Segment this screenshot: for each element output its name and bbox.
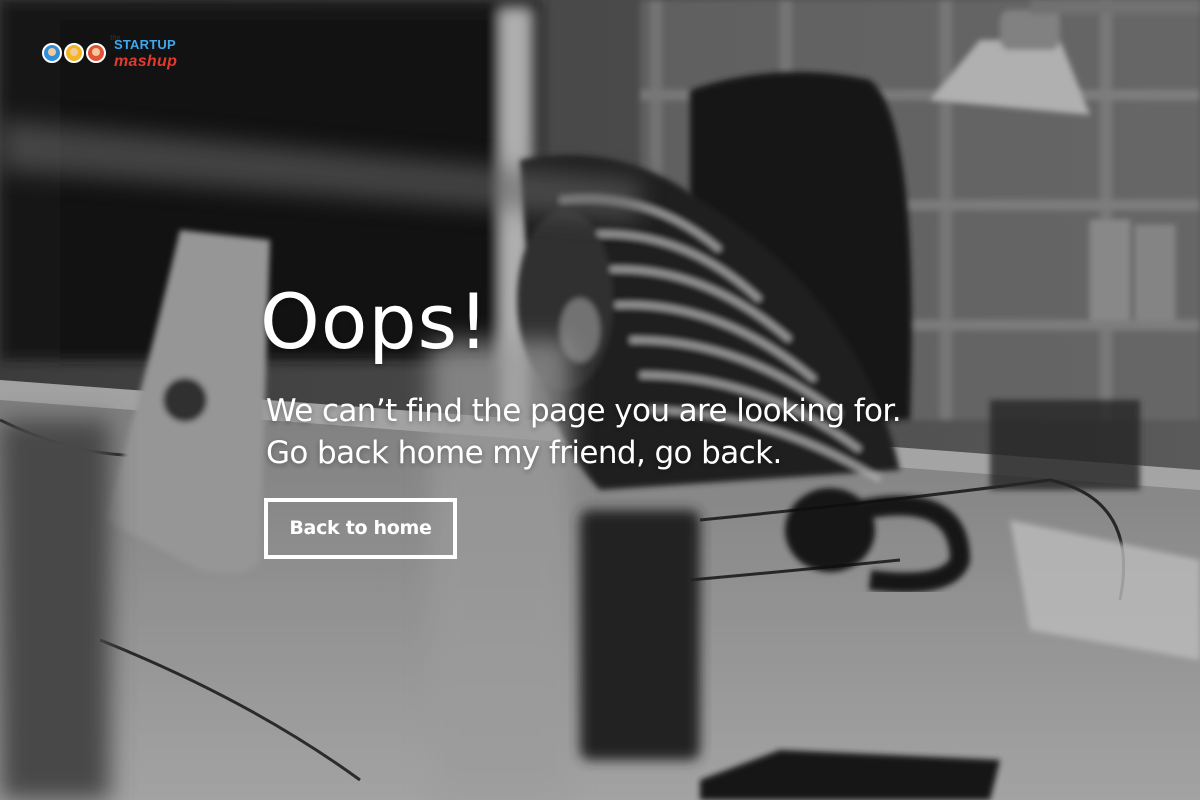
logo-mashup-text: mashup <box>114 53 178 70</box>
person-avatar-icon <box>64 43 84 63</box>
error-page: the STARTUP mashup Oops! We can’t find t… <box>0 0 1200 800</box>
error-message-line-2: Go back home my friend, go back. <box>266 435 782 471</box>
startup-mashup-logo[interactable]: the STARTUP mashup <box>42 35 202 76</box>
error-title: Oops! <box>260 277 490 366</box>
logo-faces <box>42 43 106 63</box>
person-avatar-icon <box>42 43 62 63</box>
error-message: We can’t find the page you are looking f… <box>266 390 902 474</box>
error-message-line-1: We can’t find the page you are looking f… <box>266 393 902 429</box>
back-to-home-button[interactable]: Back to home <box>264 498 457 559</box>
error-content: Oops! We can’t find the page you are loo… <box>260 277 902 559</box>
person-avatar-icon <box>86 43 106 63</box>
logo-startup-text: STARTUP <box>114 37 176 52</box>
